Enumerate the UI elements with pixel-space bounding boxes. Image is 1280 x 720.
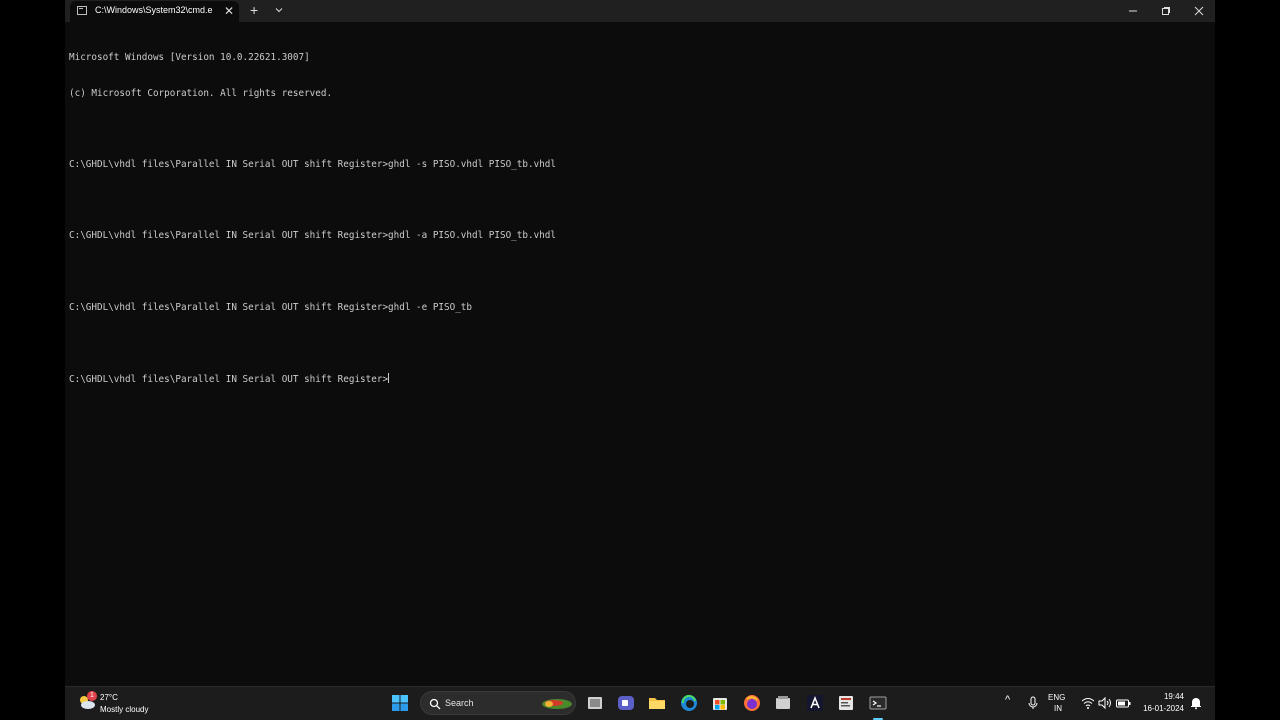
weather-temp: 27°C bbox=[100, 693, 118, 702]
text-cursor bbox=[388, 373, 390, 384]
battery-icon[interactable] bbox=[1115, 695, 1131, 711]
prompt-line[interactable]: C:\GHDL\vhdl files\Parallel IN Serial OU… bbox=[69, 373, 1209, 385]
teams-icon[interactable] bbox=[616, 693, 636, 713]
search-icon bbox=[429, 697, 441, 715]
taskbar: 1 27°C Mostly cloudy Search ^ ENG IN 19:… bbox=[65, 686, 1215, 720]
console-line: C:\GHDL\vhdl files\Parallel IN Serial OU… bbox=[69, 301, 472, 313]
console-output[interactable]: Microsoft Windows [Version 10.0.22621.30… bbox=[69, 28, 1209, 668]
task-view-icon[interactable] bbox=[585, 693, 605, 713]
tab-title: C:\Windows\System32\cmd.e bbox=[95, 5, 213, 15]
wifi-icon[interactable] bbox=[1080, 695, 1096, 711]
firefox-icon[interactable] bbox=[742, 693, 762, 713]
search-highlight-icon bbox=[540, 695, 574, 716]
edge-icon[interactable] bbox=[679, 693, 699, 713]
minimize-icon bbox=[1129, 10, 1137, 12]
console-line: C:\GHDL\vhdl files\Parallel IN Serial OU… bbox=[69, 230, 556, 242]
console-line: C:\GHDL\vhdl files\Parallel IN Serial OU… bbox=[69, 158, 556, 170]
chevron-down-icon[interactable] bbox=[273, 3, 285, 15]
notification-badge: 1 bbox=[87, 691, 97, 701]
microphone-icon[interactable] bbox=[1025, 695, 1041, 711]
terminal-window: C:\Windows\System32\cmd.e ✕ + Microsoft … bbox=[65, 0, 1215, 720]
clock-date[interactable]: 16-01-2024 bbox=[1140, 704, 1184, 713]
console-line: Microsoft Windows [Version 10.0.22621.30… bbox=[69, 51, 310, 63]
console-icon bbox=[77, 6, 87, 15]
search-label: Search bbox=[445, 698, 474, 708]
altium-icon[interactable] bbox=[805, 693, 825, 713]
editor-icon[interactable] bbox=[836, 693, 856, 713]
file-explorer-icon[interactable] bbox=[647, 693, 667, 713]
close-icon bbox=[1194, 6, 1204, 16]
app-icon[interactable] bbox=[773, 693, 793, 713]
show-hidden-icons-button[interactable]: ^ bbox=[1005, 694, 1010, 706]
start-icon[interactable] bbox=[390, 693, 410, 713]
close-button[interactable] bbox=[1183, 0, 1215, 22]
prompt-text: C:\GHDL\vhdl files\Parallel IN Serial OU… bbox=[69, 374, 389, 386]
title-bar: C:\Windows\System32\cmd.e ✕ + bbox=[65, 0, 1215, 22]
restore-button[interactable] bbox=[1150, 0, 1182, 22]
new-tab-button[interactable]: + bbox=[250, 1, 258, 19]
terminal-tab[interactable]: C:\Windows\System32\cmd.e ✕ bbox=[70, 1, 239, 22]
volume-icon[interactable] bbox=[1097, 695, 1113, 711]
minimize-button[interactable] bbox=[1117, 0, 1149, 22]
weather-widget[interactable]: 1 27°C Mostly cloudy bbox=[75, 690, 175, 718]
terminal-icon[interactable] bbox=[868, 693, 888, 713]
console-line: (c) Microsoft Corporation. All rights re… bbox=[69, 87, 333, 99]
weather-desc: Mostly cloudy bbox=[100, 705, 149, 714]
language-indicator-top[interactable]: ENG bbox=[1048, 693, 1065, 702]
store-icon[interactable] bbox=[710, 693, 730, 713]
maximize-icon bbox=[1162, 7, 1170, 15]
language-indicator-bottom[interactable]: IN bbox=[1054, 704, 1062, 713]
tab-close-button[interactable]: ✕ bbox=[224, 3, 234, 19]
clock-time[interactable]: 19:44 bbox=[1162, 692, 1184, 701]
search-box[interactable]: Search bbox=[420, 691, 576, 715]
notification-bell-icon[interactable] bbox=[1189, 696, 1203, 710]
